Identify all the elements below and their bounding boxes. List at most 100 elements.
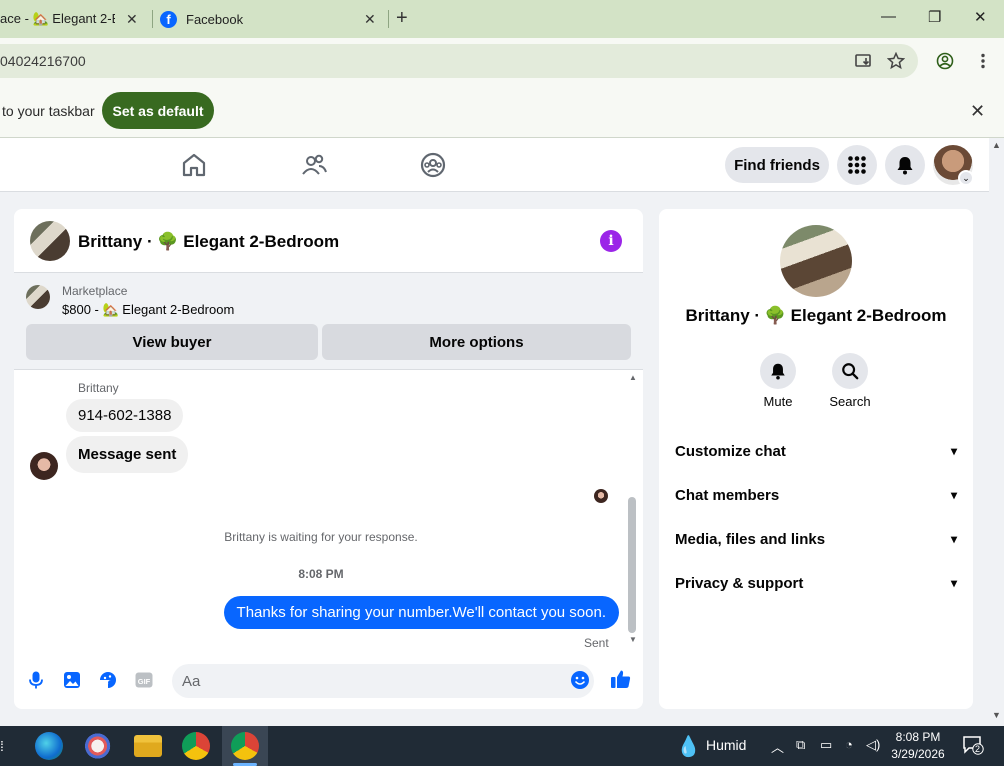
emoji-icon[interactable] xyxy=(570,670,590,690)
scroll-up-arrow-icon[interactable]: ▲ xyxy=(629,373,637,382)
svg-text:GIF: GIF xyxy=(138,677,151,686)
set-as-default-button[interactable]: Set as default xyxy=(102,92,214,129)
mute-button[interactable]: Mute xyxy=(748,353,808,409)
bell-icon xyxy=(771,363,785,380)
bell-icon xyxy=(897,157,913,175)
close-infobar-icon[interactable]: ✕ xyxy=(970,101,985,122)
system-clock[interactable]: 8:08 PM 3/29/2026 xyxy=(878,729,958,763)
listing-thumbnail[interactable] xyxy=(26,285,50,309)
home-icon[interactable] xyxy=(180,151,208,179)
waiting-notice: Brittany is waiting for your response. xyxy=(224,530,418,544)
mute-circle[interactable] xyxy=(760,353,796,389)
scroll-down-arrow-icon[interactable]: ▼ xyxy=(992,710,1001,720)
menu-grid-button[interactable] xyxy=(837,145,877,185)
restore-icon[interactable]: ❐ xyxy=(928,8,941,26)
mute-label: Mute xyxy=(763,394,793,409)
photo-icon[interactable] xyxy=(62,670,82,690)
gif-icon[interactable]: GIF xyxy=(134,670,154,690)
listing-photo[interactable] xyxy=(780,225,852,297)
profile-icon[interactable] xyxy=(936,52,954,70)
chat-scrollbar-thumb[interactable] xyxy=(628,497,636,633)
message-list: Brittany 914-602-1388 Message sent Britt… xyxy=(14,370,643,650)
section-label: Customize chat xyxy=(675,442,786,460)
water-drop-icon: 💧 xyxy=(676,736,701,758)
notifications-button[interactable] xyxy=(885,145,925,185)
message-composer: GIF xyxy=(14,657,643,703)
more-options-button[interactable]: More options xyxy=(322,324,631,360)
sender-name: Brittany xyxy=(78,381,119,395)
listing-thumbnail[interactable] xyxy=(30,221,70,261)
start-icon[interactable]: ⁞ xyxy=(0,738,4,754)
scroll-down-arrow-icon[interactable]: ▼ xyxy=(629,635,637,644)
search-icon xyxy=(842,363,859,380)
conversation-details-panel: Brittany · 🌳 Elegant 2-Bedroom Mute Sear… xyxy=(659,209,973,709)
friends-icon[interactable] xyxy=(300,151,328,179)
incoming-message[interactable]: Message sent xyxy=(66,436,189,473)
chat-title[interactable]: Brittany · 🌳 Elegant 2-Bedroom xyxy=(78,232,339,252)
tab-divider xyxy=(152,10,153,28)
outgoing-message[interactable]: Thanks for sharing your number.We'll con… xyxy=(223,596,619,629)
search-circle[interactable] xyxy=(832,353,868,389)
sticker-icon[interactable] xyxy=(98,670,118,690)
wifi-icon[interactable]: ◔ xyxy=(845,737,853,752)
privacy-support-section[interactable]: Privacy & support ▾ xyxy=(675,565,957,601)
listing-price[interactable]: $800 - 🏡 Elegant 2-Bedroom xyxy=(62,302,234,318)
new-tab-icon[interactable]: + xyxy=(396,7,408,30)
grid-menu-icon xyxy=(848,156,866,174)
tab-marketplace[interactable]: ace - 🏡 Elegant 2-Bedroom ✕ xyxy=(0,4,148,34)
windows-taskbar: ⁞ 💧 Humid ︿ ⧉ ▭ ◔ ◁) 8:08 PM 3/29/2026 2 xyxy=(0,726,1004,766)
notification-center-icon[interactable]: 2 xyxy=(962,735,984,755)
read-receipt-avatar xyxy=(594,489,608,503)
address-bar-row: 04024216700 xyxy=(0,38,1004,84)
chevron-down-icon[interactable]: ⌄ xyxy=(958,170,974,186)
find-friends-button[interactable]: Find friends xyxy=(725,147,829,183)
clock-date: 3/29/2026 xyxy=(891,747,945,761)
microphone-icon[interactable] xyxy=(26,670,46,690)
minimize-icon[interactable]: — xyxy=(881,8,896,25)
notification-count: 2 xyxy=(975,744,981,754)
tab-facebook[interactable]: f Facebook ✕ xyxy=(160,4,388,34)
chat-header: Brittany · 🌳 Elegant 2-Bedroom i xyxy=(14,209,643,273)
bookmark-star-icon[interactable] xyxy=(887,52,905,70)
chrome-profile-icon[interactable] xyxy=(231,732,259,760)
tab-label: ace - 🏡 Elegant 2-Bedroom xyxy=(0,11,115,26)
chevron-up-icon[interactable]: ︿ xyxy=(771,737,784,756)
chevron-down-icon: ▾ xyxy=(950,532,957,546)
chat-members-section[interactable]: Chat members ▾ xyxy=(675,477,957,513)
edge-icon[interactable] xyxy=(35,732,63,760)
tab-label: Facebook xyxy=(186,11,244,27)
address-bar[interactable] xyxy=(0,44,918,78)
info-icon[interactable]: i xyxy=(600,230,622,252)
search-label: Search xyxy=(829,394,871,409)
marketplace-listing-card: Marketplace $800 - 🏡 Elegant 2-Bedroom V… xyxy=(14,273,643,370)
meet-now-icon[interactable]: ⧉ xyxy=(796,737,805,753)
install-app-icon[interactable] xyxy=(855,52,873,70)
paint-icon[interactable] xyxy=(85,732,113,760)
section-label: Chat members xyxy=(675,486,780,504)
file-explorer-icon[interactable] xyxy=(134,735,162,757)
chevron-down-icon: ▾ xyxy=(950,488,957,502)
browser-tab-bar: ace - 🏡 Elegant 2-Bedroom ✕ f Facebook ✕… xyxy=(0,0,1004,38)
battery-icon[interactable]: ▭ xyxy=(820,737,832,753)
scroll-up-arrow-icon[interactable]: ▲ xyxy=(992,140,1001,150)
clock-time: 8:08 PM xyxy=(895,730,941,744)
view-buyer-button[interactable]: View buyer xyxy=(26,324,318,360)
sender-avatar[interactable] xyxy=(30,452,58,480)
page-scrollbar[interactable]: ▲ ▼ xyxy=(990,138,1004,726)
message-input[interactable] xyxy=(172,664,594,698)
close-tab-icon[interactable]: ✕ xyxy=(364,11,376,28)
chrome-icon[interactable] xyxy=(182,732,210,760)
search-button[interactable]: Search xyxy=(820,353,880,409)
weather-label[interactable]: Humid xyxy=(706,737,746,753)
browser-menu-icon[interactable] xyxy=(974,52,992,70)
close-window-icon[interactable]: ✕ xyxy=(974,8,987,26)
customize-chat-section[interactable]: Customize chat ▾ xyxy=(675,433,957,469)
groups-icon[interactable] xyxy=(419,151,447,179)
facebook-favicon-icon: f xyxy=(160,10,177,28)
media-files-links-section[interactable]: Media, files and links ▾ xyxy=(675,521,957,557)
close-tab-icon[interactable]: ✕ xyxy=(126,11,138,28)
incoming-message[interactable]: 914-602-1388 xyxy=(66,399,184,432)
url-text[interactable]: 04024216700 xyxy=(0,53,86,69)
thumbs-up-icon[interactable] xyxy=(610,668,632,690)
section-label: Privacy & support xyxy=(675,574,804,592)
